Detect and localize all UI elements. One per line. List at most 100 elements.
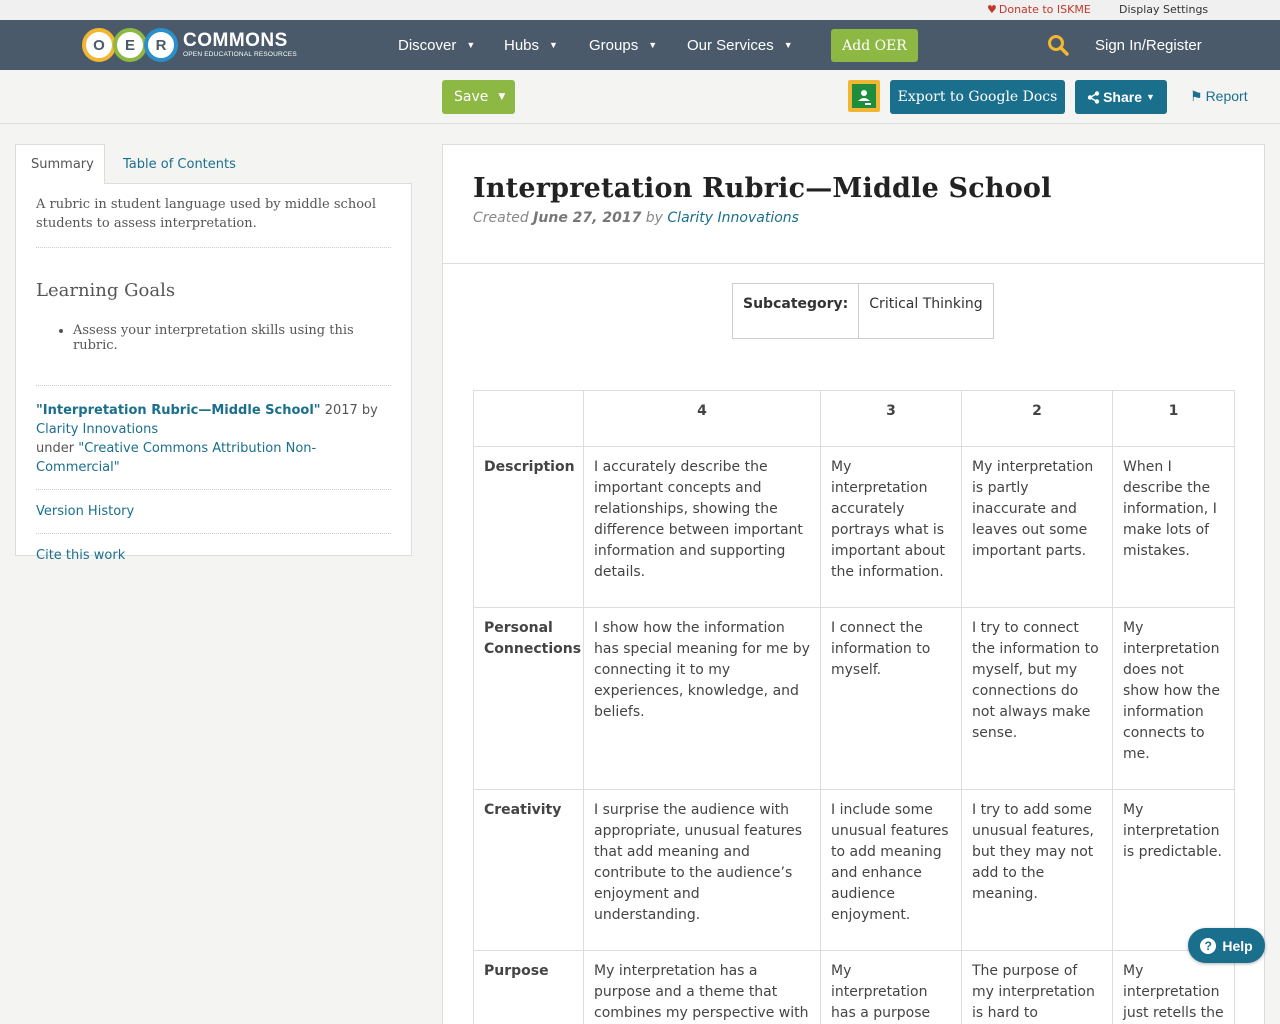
attribution-title-link[interactable]: "Interpretation Rubric—Middle School" xyxy=(36,403,321,418)
table-cell: My interpretation has a purpose and show… xyxy=(820,950,962,1024)
nav-groups-label: Groups xyxy=(589,37,639,54)
table-cell: I try to add some unusual features, but … xyxy=(961,789,1113,951)
table-cell: I surprise the audience with appropriate… xyxy=(583,789,821,951)
logo-subtitle: OPEN EDUCATIONAL RESOURCES xyxy=(183,51,297,59)
column-header: 1 xyxy=(1112,390,1235,447)
nav-discover-label: Discover xyxy=(398,37,457,54)
subcategory-key: Subcategory: xyxy=(731,283,860,339)
logo-letter-r: R xyxy=(144,28,178,62)
share-button[interactable]: Share ▼ xyxy=(1075,80,1167,114)
attribution-year: 2017 by xyxy=(320,403,378,418)
report-label: Report xyxy=(1205,88,1248,104)
subcategory-value: Critical Thinking xyxy=(858,283,994,339)
donate-link[interactable]: ♥ Donate to ISKME xyxy=(987,3,1091,16)
resource-main: Interpretation Rubric—Middle School Crea… xyxy=(442,144,1265,1024)
nav-our-services-label: Our Services xyxy=(687,37,774,54)
attribution: "Interpretation Rubric—Middle School" 20… xyxy=(36,401,391,490)
attribution-under: under xyxy=(36,441,79,456)
rubric-table: 4 3 2 1 Description I accurately describ… xyxy=(473,390,1235,1024)
learning-goals-list: Assess your interpretation skills using … xyxy=(36,323,391,386)
donate-label: Donate to ISKME xyxy=(998,3,1091,16)
row-header: Personal Connections xyxy=(473,607,584,790)
search-icon[interactable] xyxy=(1047,34,1069,56)
main-navbar: O E R COMMONS OPEN EDUCATIONAL RESOURCES… xyxy=(0,20,1280,70)
column-header: 4 xyxy=(583,390,821,447)
help-button[interactable]: ? Help xyxy=(1188,928,1265,963)
table-cell: My interpretation is partly inaccurate a… xyxy=(961,446,1113,608)
google-classroom-icon xyxy=(852,84,876,108)
row-header: Purpose xyxy=(473,950,584,1024)
table-row: Description I accurately describe the im… xyxy=(473,446,1235,608)
save-button[interactable]: Save ▼ xyxy=(442,80,515,114)
table-cell: My interpretation does not show how the … xyxy=(1112,607,1235,790)
nav-groups[interactable]: Groups ▼ xyxy=(589,37,657,54)
summary-panel: A rubric in student language used by mid… xyxy=(15,183,412,563)
google-classroom-button[interactable] xyxy=(848,80,880,112)
summary-text: A rubric in student language used by mid… xyxy=(36,195,391,248)
chevron-down-icon: ▼ xyxy=(466,40,476,50)
logo-word: COMMONS xyxy=(183,30,288,52)
attribution-author-link[interactable]: Clarity Innovations xyxy=(36,422,158,437)
table-cell: I try to connect the information to myse… xyxy=(961,607,1113,790)
row-header: Description xyxy=(473,446,584,608)
table-row: Personal Connections I show how the info… xyxy=(473,607,1235,790)
column-header: 2 xyxy=(961,390,1113,447)
table-cell: When I describe the information, I make … xyxy=(1112,446,1235,608)
chevron-down-icon: ▼ xyxy=(549,40,558,50)
oer-commons-logo[interactable]: O E R COMMONS OPEN EDUCATIONAL RESOURCES xyxy=(82,25,297,65)
table-cell: I accurately describe the important conc… xyxy=(583,446,821,608)
version-history-link[interactable]: Version History xyxy=(36,490,391,534)
sidebar-tabs: Summary Table of Contents xyxy=(15,144,412,184)
heart-icon: ♥ xyxy=(987,3,997,16)
table-cell: The purpose of my interpretation is hard… xyxy=(961,950,1113,1024)
by-label: by xyxy=(641,210,668,226)
share-icon xyxy=(1087,90,1100,104)
resource-meta: Created June 27, 2017 by Clarity Innovat… xyxy=(473,210,1234,226)
tab-table-of-contents[interactable]: Table of Contents xyxy=(108,144,251,184)
save-label: Save xyxy=(454,89,489,105)
table-cell: My interpretation is predictable. xyxy=(1112,789,1235,951)
table-cell: I show how the information has special m… xyxy=(583,607,821,790)
table-cell: I connect the information to myself. xyxy=(820,607,962,790)
table-row: Creativity I surprise the audience with … xyxy=(473,789,1235,951)
sign-in-register-link[interactable]: Sign In/Register xyxy=(1095,37,1202,54)
display-settings-link[interactable]: Display Settings xyxy=(1119,3,1208,16)
chevron-down-icon: ▼ xyxy=(498,92,506,102)
cite-this-work-link[interactable]: Cite this work xyxy=(36,534,391,577)
logo-letter-e: E xyxy=(113,28,147,62)
help-label: Help xyxy=(1222,937,1253,954)
nav-our-services[interactable]: Our Services ▼ xyxy=(687,37,793,54)
resource-sidebar: Summary Table of Contents A rubric in st… xyxy=(15,144,412,563)
tab-summary[interactable]: Summary xyxy=(15,144,105,184)
add-oer-button[interactable]: Add OER xyxy=(831,29,918,62)
table-row: Purpose My interpretation has a purpose … xyxy=(473,950,1235,1024)
nav-discover[interactable]: Discover ▼ xyxy=(398,37,475,54)
table-header-row: 4 3 2 1 xyxy=(473,390,1235,447)
nav-hubs[interactable]: Hubs ▼ xyxy=(504,37,558,54)
chevron-down-icon: ▼ xyxy=(1146,92,1155,102)
question-icon: ? xyxy=(1200,937,1217,954)
resource-header: Interpretation Rubric—Middle School Crea… xyxy=(443,145,1264,264)
learning-goals-heading: Learning Goals xyxy=(36,280,176,301)
share-label: Share xyxy=(1103,89,1142,105)
page-title: Interpretation Rubric—Middle School xyxy=(473,173,1052,204)
column-header: 3 xyxy=(820,390,962,447)
nav-hubs-label: Hubs xyxy=(504,37,540,54)
subcategory-table: Subcategory: Critical Thinking xyxy=(731,283,994,339)
action-bar: Save ▼ Export to Google Docs Share ▼ ⚑ Repo… xyxy=(0,70,1280,124)
list-item: Assess your interpretation skills using … xyxy=(73,323,391,353)
report-link[interactable]: ⚑ Report xyxy=(1190,88,1248,105)
created-date: June 27, 2017 xyxy=(533,210,642,226)
author-link[interactable]: Clarity Innovations xyxy=(667,210,799,226)
row-header: Creativity xyxy=(473,789,584,951)
logo-letter-o: O xyxy=(82,28,116,62)
created-label: Created xyxy=(473,210,534,226)
column-header xyxy=(473,390,584,447)
table-cell: My interpretation has a purpose and a th… xyxy=(583,950,821,1024)
export-google-docs-button[interactable]: Export to Google Docs xyxy=(890,80,1065,114)
chevron-down-icon: ▼ xyxy=(648,40,658,50)
flag-icon: ⚑ xyxy=(1190,88,1203,104)
utility-bar: ♥ Donate to ISKME Display Settings xyxy=(0,0,1280,20)
table-cell: I include some unusual features to add m… xyxy=(820,789,962,951)
attribution-license-link[interactable]: "Creative Commons Attribution Non-Commer… xyxy=(36,441,316,475)
